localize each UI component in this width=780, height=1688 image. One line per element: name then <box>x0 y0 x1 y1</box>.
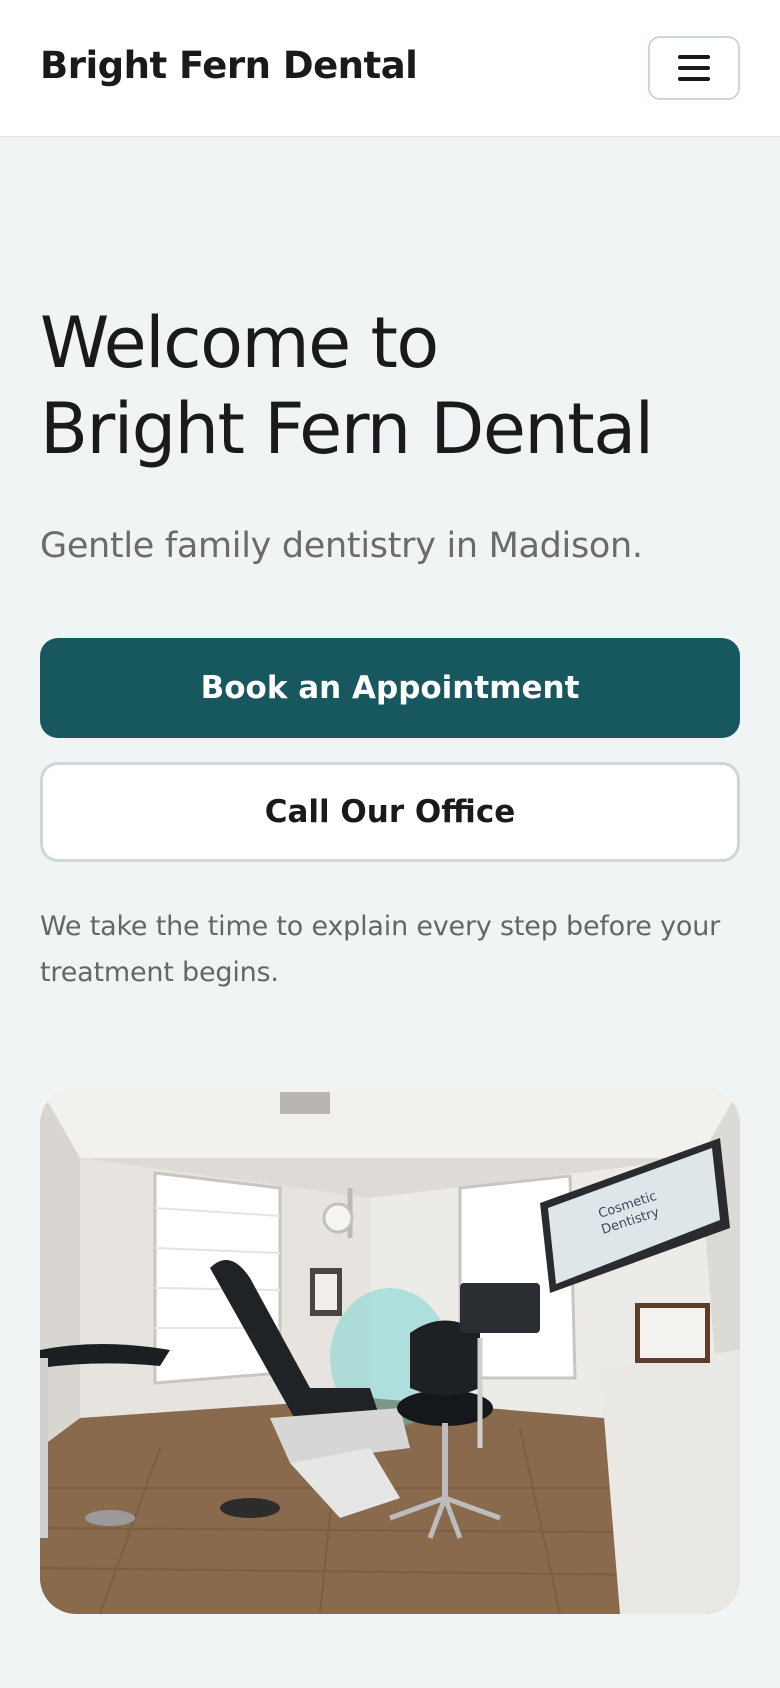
call-office-button[interactable]: Call Our Office <box>40 762 740 862</box>
dental-office-photo: Cosmetic Dentistry <box>40 1088 740 1614</box>
title-line-1: Welcome to <box>40 302 439 384</box>
page-title: Welcome to Bright Fern Dental <box>40 300 760 472</box>
book-appointment-button[interactable]: Book an Appointment <box>40 638 740 738</box>
title-line-2: Bright Fern Dental <box>40 388 654 470</box>
hamburger-menu-icon <box>678 55 710 81</box>
intro-text: We take the time to explain every step b… <box>40 911 721 988</box>
site-header: Bright Fern Dental <box>0 0 780 137</box>
brand-name[interactable]: Bright Fern Dental <box>40 42 418 90</box>
tagline: Gentle family dentistry in Madison. <box>40 526 643 566</box>
menu-button[interactable] <box>648 36 740 100</box>
